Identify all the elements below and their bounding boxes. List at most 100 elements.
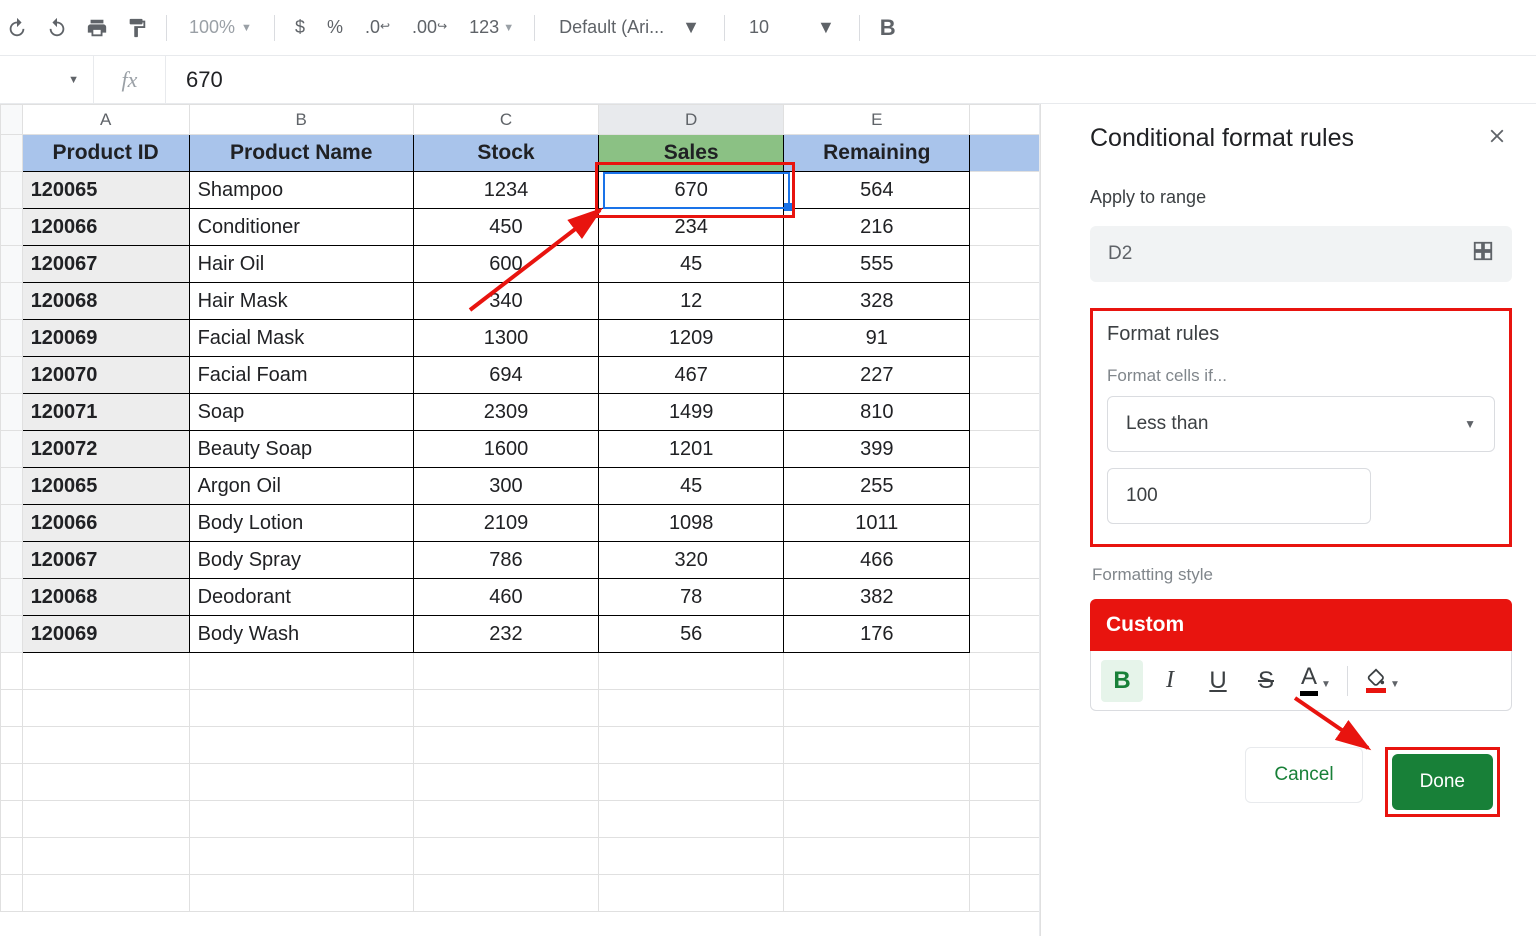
decrease-decimal-button[interactable]: .0↩ (357, 11, 398, 45)
cell-product-name[interactable]: Shampoo (189, 172, 413, 209)
cell-product-name[interactable]: Argon Oil (189, 468, 413, 505)
redo-button[interactable] (40, 11, 74, 45)
cell-stock[interactable]: 1600 (413, 431, 598, 468)
row-header[interactable] (1, 320, 23, 357)
cell-sales[interactable]: 1098 (599, 505, 784, 542)
cancel-button[interactable]: Cancel (1245, 747, 1362, 803)
cell-stock[interactable]: 300 (413, 468, 598, 505)
currency-format-button[interactable]: $ (287, 11, 313, 45)
undo-button[interactable] (0, 11, 34, 45)
cell-product-id[interactable]: 120067 (22, 246, 189, 283)
cell-product-id[interactable]: 120066 (22, 505, 189, 542)
cell-product-name[interactable]: Facial Foam (189, 357, 413, 394)
cell-product-name[interactable]: Hair Oil (189, 246, 413, 283)
cell-stock[interactable]: 786 (413, 542, 598, 579)
cell-product-name[interactable]: Body Spray (189, 542, 413, 579)
row-header[interactable] (1, 838, 23, 875)
cell-product-id[interactable]: 120068 (22, 283, 189, 320)
increase-decimal-button[interactable]: .00↪ (404, 11, 455, 45)
header-product-name[interactable]: Product Name (189, 135, 413, 172)
number-format-select[interactable]: 123▼ (461, 11, 522, 45)
fill-color-button[interactable]: ▼ (1360, 660, 1402, 702)
row-header[interactable] (1, 801, 23, 838)
cell-product-name[interactable]: Soap (189, 394, 413, 431)
cell-sales[interactable]: 1201 (599, 431, 784, 468)
cell-remaining[interactable]: 810 (784, 394, 970, 431)
row-header[interactable] (1, 653, 23, 690)
done-button[interactable]: Done (1392, 754, 1493, 810)
col-header-c[interactable]: C (413, 105, 598, 135)
cell-remaining[interactable]: 227 (784, 357, 970, 394)
cell-product-name[interactable]: Body Lotion (189, 505, 413, 542)
cell-product-id[interactable]: 120067 (22, 542, 189, 579)
cell-product-id[interactable]: 120065 (22, 468, 189, 505)
cell-sales[interactable]: 467 (599, 357, 784, 394)
range-input[interactable]: D2 (1090, 226, 1512, 282)
row-header[interactable] (1, 875, 23, 912)
cell-sales[interactable]: 670 (599, 172, 784, 209)
cell-sales[interactable]: 320 (599, 542, 784, 579)
cell-sales[interactable]: 12 (599, 283, 784, 320)
col-header-b[interactable]: B (189, 105, 413, 135)
text-color-button[interactable]: A ▼ (1293, 660, 1335, 702)
cell-product-id[interactable]: 120071 (22, 394, 189, 431)
cell-remaining[interactable]: 176 (784, 616, 970, 653)
cell-sales[interactable]: 78 (599, 579, 784, 616)
bold-button[interactable]: B (872, 15, 904, 41)
cell-product-name[interactable]: Hair Mask (189, 283, 413, 320)
row-header[interactable] (1, 394, 23, 431)
select-range-icon[interactable] (1472, 240, 1494, 268)
name-box[interactable]: ▼ (0, 56, 94, 103)
cell-product-id[interactable]: 120069 (22, 616, 189, 653)
cell-remaining[interactable]: 91 (784, 320, 970, 357)
cell-remaining[interactable]: 399 (784, 431, 970, 468)
col-header-a[interactable]: A (22, 105, 189, 135)
cell-remaining[interactable]: 382 (784, 579, 970, 616)
row-header[interactable] (1, 209, 23, 246)
cell-sales[interactable]: 45 (599, 468, 784, 505)
row-header[interactable] (1, 764, 23, 801)
cell-stock[interactable]: 450 (413, 209, 598, 246)
cell-stock[interactable]: 2309 (413, 394, 598, 431)
paint-format-button[interactable] (120, 11, 154, 45)
col-header-d[interactable]: D (599, 105, 784, 135)
col-header-e[interactable]: E (784, 105, 970, 135)
style-bold-button[interactable]: B (1101, 660, 1143, 702)
condition-select[interactable]: Less than ▼ (1107, 396, 1495, 452)
cell-sales[interactable]: 1209 (599, 320, 784, 357)
cell-stock[interactable]: 2109 (413, 505, 598, 542)
cell-remaining[interactable]: 564 (784, 172, 970, 209)
row-header[interactable] (1, 135, 23, 172)
cell-product-name[interactable]: Beauty Soap (189, 431, 413, 468)
cell-sales[interactable]: 45 (599, 246, 784, 283)
style-strike-button[interactable]: S (1245, 660, 1287, 702)
style-underline-button[interactable]: U (1197, 660, 1239, 702)
row-header[interactable] (1, 505, 23, 542)
select-all-corner[interactable] (1, 105, 23, 135)
condition-value-input[interactable]: 100 (1107, 468, 1371, 524)
cell-stock[interactable]: 1300 (413, 320, 598, 357)
cell-remaining[interactable]: 216 (784, 209, 970, 246)
font-family-select[interactable]: Default (Ari...▼ (547, 11, 712, 45)
cell-stock[interactable]: 340 (413, 283, 598, 320)
cell-stock[interactable]: 232 (413, 616, 598, 653)
row-header[interactable] (1, 579, 23, 616)
header-product-id[interactable]: Product ID (22, 135, 189, 172)
font-size-select[interactable]: 10▼ (737, 11, 847, 45)
cell-stock[interactable]: 694 (413, 357, 598, 394)
header-sales[interactable]: Sales (599, 135, 784, 172)
row-header[interactable] (1, 246, 23, 283)
header-stock[interactable]: Stock (413, 135, 598, 172)
cell-remaining[interactable]: 1011 (784, 505, 970, 542)
cell-stock[interactable]: 1234 (413, 172, 598, 209)
row-header[interactable] (1, 690, 23, 727)
spreadsheet-grid[interactable]: A B C D E Product ID Product Name Stock … (0, 104, 1040, 936)
style-italic-button[interactable]: I (1149, 660, 1191, 702)
formula-input[interactable] (166, 56, 1536, 103)
row-header[interactable] (1, 727, 23, 764)
style-preview[interactable]: Custom (1090, 599, 1512, 651)
cell-remaining[interactable]: 466 (784, 542, 970, 579)
cell-sales[interactable]: 56 (599, 616, 784, 653)
cell-remaining[interactable]: 255 (784, 468, 970, 505)
row-header[interactable] (1, 357, 23, 394)
